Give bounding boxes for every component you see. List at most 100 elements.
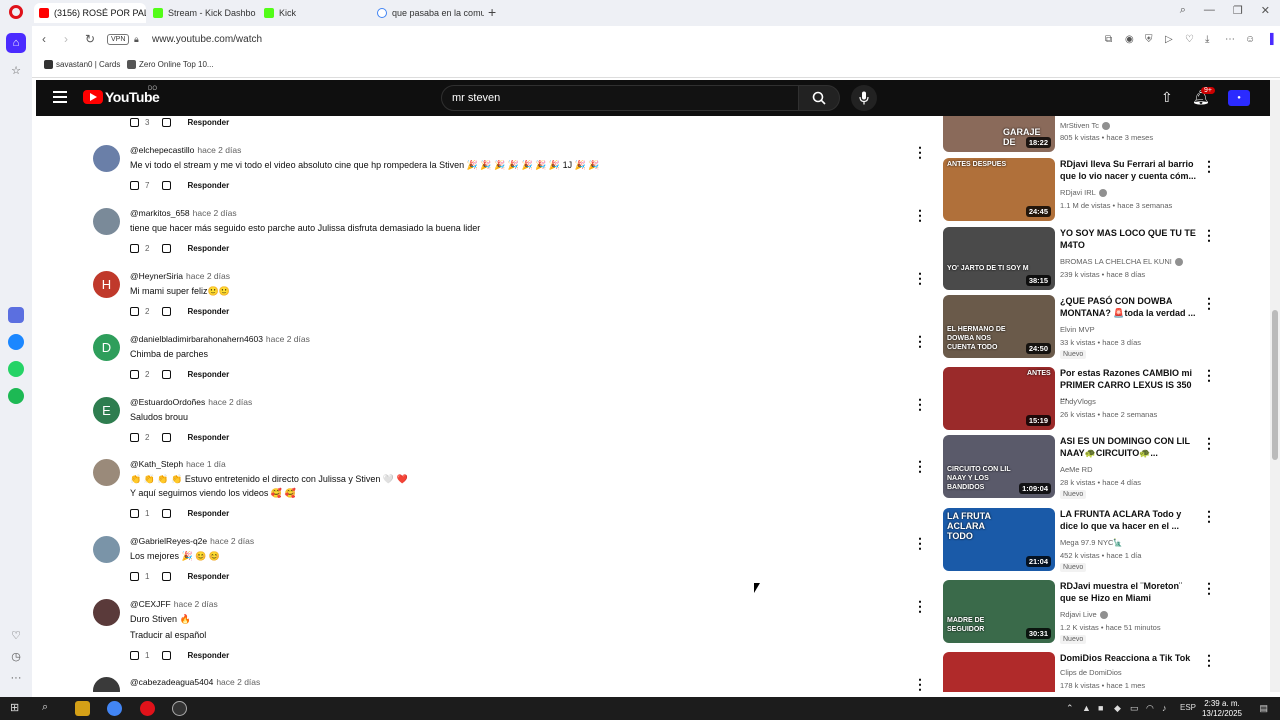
video-channel[interactable]: Elvin MVP [1060,325,1095,334]
home-icon[interactable]: ⌂ [6,33,26,53]
dislike-icon[interactable] [162,433,172,443]
wifi-icon[interactable]: ◠ [1146,703,1154,714]
search-box[interactable] [441,85,799,111]
related-video[interactable]: LA FRUTA ACLARA TODO 21:04 LA FRUNTA ACL… [943,508,1233,572]
video-channel[interactable]: MrStiven Tc [1060,121,1111,131]
like-icon[interactable] [130,651,139,661]
tray-arrow-icon[interactable]: ⌃ [1066,703,1074,714]
shield-icon[interactable]: ⛨ [1145,34,1153,45]
lock-icon[interactable]: 🔒︎ [134,34,139,45]
video-menu-icon[interactable] [1202,435,1208,449]
video-menu-icon[interactable] [1202,227,1208,241]
opera-icon[interactable] [140,701,155,716]
comment-time[interactable]: hace 1 día [186,459,226,469]
history-icon[interactable]: ◷ [6,646,26,666]
related-video[interactable]: ANTES DESPUES 24:45 RDjavi lleva Su Ferr… [943,158,1233,222]
reply-button[interactable]: Responder [187,651,229,660]
dislike-icon[interactable] [162,651,172,661]
comment-time[interactable]: hace 2 días [193,208,237,218]
player-icon[interactable]: ▷ [1165,34,1173,45]
comment-menu-icon[interactable] [913,676,919,690]
comment-author[interactable]: @danielbladimirbarahonahern4603 [130,334,263,344]
search-button[interactable] [798,85,840,111]
page-scrollbar[interactable] [1270,80,1280,692]
like-icon[interactable] [130,118,139,128]
dislike-icon[interactable] [162,181,172,191]
avatar[interactable] [93,208,120,235]
comment-author[interactable]: @Kath_Steph [130,459,183,469]
avatar[interactable] [93,536,120,563]
video-menu-icon[interactable] [1202,158,1208,172]
related-video[interactable]: ANTES 15:19 Por estas Razones CAMBIO mi … [943,367,1233,431]
url-field[interactable]: www.youtube.com/watch [152,34,262,45]
whatsapp-icon[interactable] [8,361,24,377]
search-input[interactable] [452,92,782,104]
reply-button[interactable]: Responder [187,572,229,581]
spotify-icon[interactable] [8,388,24,404]
avatar[interactable] [93,677,120,692]
close-icon[interactable]: ✕ [1261,4,1270,17]
related-video[interactable]: DomiDios Reacciona a Tik Tok Clips de Do… [943,652,1233,692]
video-menu-icon[interactable] [1202,652,1208,666]
profile-icon[interactable]: ☺ [1245,34,1255,45]
avatar[interactable]: H [93,271,120,298]
related-video[interactable]: MADRE DE SEGUIDOR 30:31 RDJavi muestra e… [943,580,1233,644]
comment-time[interactable]: hace 2 días [197,145,241,155]
obs-icon[interactable] [172,701,187,716]
search-icon[interactable]: ⌕ [42,701,48,714]
like-icon[interactable] [130,509,139,519]
video-thumbnail[interactable]: ANTES DESPUES 24:45 [943,158,1055,221]
volume-icon[interactable]: ♪ [1162,703,1167,713]
tray-app-icon[interactable]: ■ [1098,703,1103,713]
video-thumbnail[interactable]: CIRCUITO CON LIL NAAY Y LOS BANDIDOS 1:0… [943,435,1055,498]
video-thumbnail[interactable]: GARAJE DE 18:22 [943,116,1055,152]
related-video[interactable]: GARAJE DE 18:22 MrStiven Tc 805 k vistas… [943,116,1233,153]
store-icon[interactable] [75,701,90,716]
comment-author[interactable]: @GabrielReyes-q2e [130,536,207,546]
video-title[interactable]: DomiDios Reacciona a Tik Tok [1060,652,1200,664]
avatar[interactable]: E [93,397,120,424]
related-video[interactable]: YO' JARTO DE TI SOY M 38:15 YO SOY MAS L… [943,227,1233,291]
comment-time[interactable]: hace 2 días [186,271,230,281]
video-title[interactable]: RDjavi lleva Su Ferrari al barrio que lo… [1060,158,1200,182]
minimize-icon[interactable]: — [1204,4,1215,17]
video-channel[interactable]: EndyVlogs [1060,397,1096,406]
video-title[interactable]: LA FRUNTA ACLARA Todo y dice lo que va h… [1060,508,1200,532]
translate-link[interactable]: Traducir al español [130,628,206,642]
back-icon[interactable]: ‹ [42,32,46,46]
like-icon[interactable] [130,307,139,317]
tab-kick-dashboard[interactable]: Stream - Kick Dashboard [148,3,256,23]
video-channel[interactable]: RDjavi IRL [1060,188,1107,198]
reply-button[interactable]: Responder [187,370,229,379]
reply-button[interactable]: Responder [187,433,229,442]
extensions-icon[interactable]: ⋯ [1225,34,1235,45]
comment-author[interactable]: @elchepecastillo [130,145,194,155]
video-menu-icon[interactable] [1202,295,1208,309]
video-thumbnail[interactable]: YO' JARTO DE TI SOY M 38:15 [943,227,1055,290]
bookmark-savastan[interactable]: savastan0 | Cards [44,60,120,69]
like-icon[interactable] [130,244,139,254]
comment-menu-icon[interactable] [913,270,919,284]
comment-menu-icon[interactable] [913,144,919,158]
comment-author[interactable]: @cabezadeagua5404 [130,677,213,687]
youtube-logo-icon[interactable] [83,90,103,104]
reload-icon[interactable]: ↻ [85,32,95,46]
new-tab-button[interactable]: + [488,4,496,20]
chrome-icon[interactable] [107,701,122,716]
camera-icon[interactable]: ◉ [1125,34,1134,45]
upload-icon[interactable]: ⇧ [1161,89,1173,106]
comment-menu-icon[interactable] [913,207,919,221]
dislike-icon[interactable] [162,572,172,582]
search-tabs-icon[interactable]: ⌕ [1180,4,1186,17]
avatar[interactable] [93,599,120,626]
opera-logo-icon[interactable] [9,5,23,19]
maximize-icon[interactable]: ❐ [1233,4,1243,17]
video-thumbnail[interactable]: EL HERMANO DE DOWBA NOS CUENTA TODO 24:5… [943,295,1055,358]
video-channel[interactable]: BROMAS LA CHELCHA EL KUNI [1060,257,1183,267]
video-menu-icon[interactable] [1202,367,1208,381]
like-icon[interactable] [130,370,139,380]
comment-author[interactable]: @HeynerSiria [130,271,183,281]
video-channel[interactable]: AeMe RD [1060,465,1093,474]
video-menu-icon[interactable] [1202,508,1208,522]
dislike-icon[interactable] [162,509,172,519]
